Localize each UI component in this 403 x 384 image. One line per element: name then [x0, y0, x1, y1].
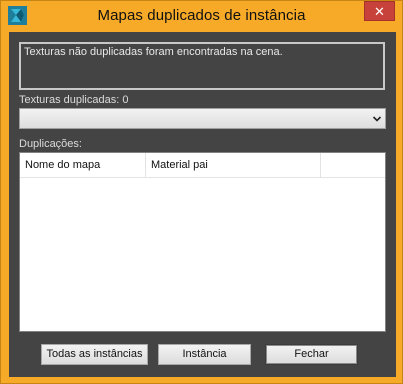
column-header-filler	[321, 153, 385, 177]
close-icon: ✕	[374, 4, 385, 19]
instance-button[interactable]: Instância	[158, 344, 251, 365]
info-message-box: Texturas não duplicadas foram encontrada…	[19, 42, 385, 90]
dialog-client-area: Texturas não duplicadas foram encontrada…	[9, 32, 396, 377]
duplicates-label: Texturas duplicadas: 0	[19, 94, 129, 106]
window-title: Mapas duplicados de instância	[97, 7, 306, 24]
instance-all-button[interactable]: Todas as instâncias	[41, 344, 148, 365]
duplications-list[interactable]: Nome do mapa Material pai	[19, 152, 386, 332]
dialog-window: Mapas duplicados de instância ✕ Texturas…	[0, 0, 403, 384]
title-bar[interactable]: Mapas duplicados de instância ✕	[1, 1, 402, 31]
duplications-label: Duplicações:	[19, 138, 82, 150]
list-header: Nome do mapa Material pai	[20, 153, 385, 178]
close-button[interactable]: Fechar	[265, 344, 358, 365]
close-window-button[interactable]: ✕	[364, 1, 395, 21]
info-message: Texturas não duplicadas foram encontrada…	[24, 46, 283, 58]
column-header-map-name[interactable]: Nome do mapa	[20, 153, 146, 177]
chevron-down-icon	[372, 116, 382, 122]
column-header-parent-material[interactable]: Material pai	[146, 153, 321, 177]
duplicates-dropdown[interactable]	[19, 108, 386, 129]
